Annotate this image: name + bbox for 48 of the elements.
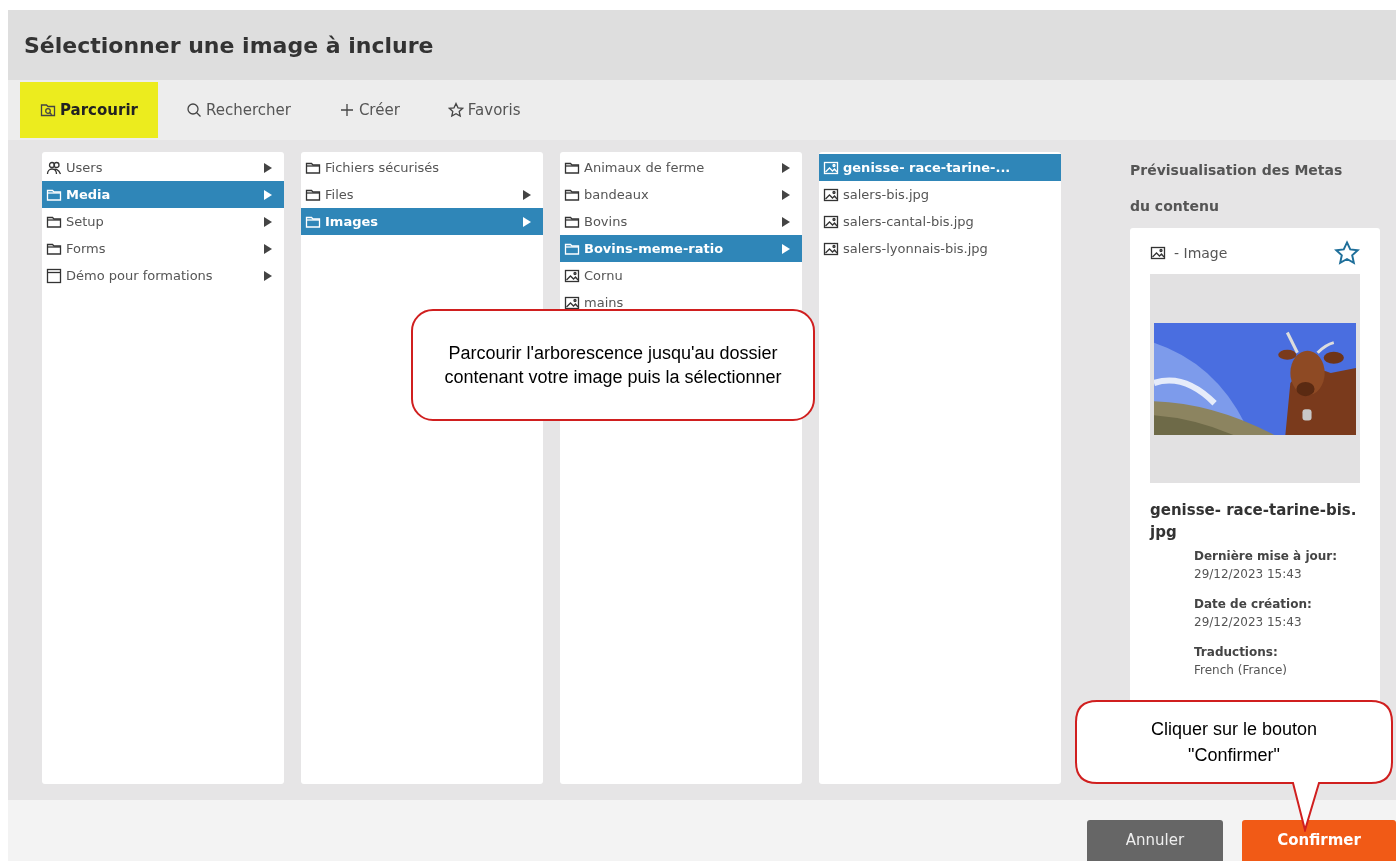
- tree-item[interactable]: Animaux de ferme: [560, 154, 802, 181]
- image-icon: [1150, 245, 1166, 261]
- cancel-button[interactable]: Annuler: [1087, 820, 1223, 861]
- image-icon: [823, 213, 839, 230]
- folder-search-icon: [40, 102, 56, 118]
- image-icon: [564, 267, 580, 284]
- tree-item[interactable]: genisse- race-tarine-...: [819, 154, 1061, 181]
- tree-item[interactable]: Media: [42, 181, 284, 208]
- image-icon: [823, 240, 839, 257]
- tree-item[interactable]: salers-bis.jpg: [819, 181, 1061, 208]
- tree-item[interactable]: Users: [42, 154, 284, 181]
- plus-icon: [338, 102, 355, 118]
- tree-item[interactable]: Fichiers sécurisés: [301, 154, 543, 181]
- preview-heading: Prévisualisation des Metas du contenu: [1130, 161, 1344, 216]
- meta-value: French (France): [1194, 662, 1288, 679]
- callout-tooltip: Parcourir l'arborescence jusqu'au dossier contenant votre image puis la sélectionner: [411, 309, 815, 421]
- search-icon: [185, 102, 202, 118]
- tab[interactable]: Favoris: [427, 82, 541, 138]
- image-icon: [823, 186, 839, 203]
- tree-item[interactable]: salers-cantal-bis.jpg: [819, 208, 1061, 235]
- users-icon: [46, 159, 62, 176]
- meta-value: 29/12/2023 15:43: [1194, 614, 1303, 631]
- meta-label: Dernière mise à jour:: [1194, 548, 1338, 565]
- tree-item[interactable]: bandeaux: [560, 181, 802, 208]
- tree-item[interactable]: Images: [301, 208, 543, 235]
- tree-item[interactable]: Setup: [42, 208, 284, 235]
- star-icon[interactable]: [1334, 240, 1360, 266]
- image-icon: [823, 159, 839, 176]
- tree-item[interactable]: Forms: [42, 235, 284, 262]
- content-type-label: - Image: [1174, 243, 1228, 263]
- tree-item[interactable]: Démo pour formations: [42, 262, 284, 289]
- tree-item[interactable]: Files: [301, 181, 543, 208]
- image-icon: [564, 294, 580, 311]
- meta-value: 29/12/2023 15:43: [1194, 566, 1303, 583]
- tab[interactable]: Parcourir: [20, 82, 158, 138]
- tab[interactable]: Créer: [318, 82, 420, 138]
- tree-item[interactable]: Bovins: [560, 208, 802, 235]
- meta-label: Date de création:: [1194, 596, 1313, 613]
- window-icon: [46, 267, 62, 284]
- tab[interactable]: Rechercher: [165, 82, 311, 138]
- meta-label: Traductions:: [1194, 644, 1279, 661]
- tree-item[interactable]: Bovins-meme-ratio: [560, 235, 802, 262]
- dialog-title: Sélectionner une image à inclure: [24, 31, 434, 60]
- tree-item[interactable]: salers-lyonnais-bis.jpg: [819, 235, 1061, 262]
- tree-item[interactable]: Cornu: [560, 262, 802, 289]
- file-name: genisse- race-tarine-bis.jpg: [1150, 500, 1358, 543]
- callout-tooltip: Cliquer sur le bouton "Confirmer": [1075, 700, 1393, 832]
- star-icon: [447, 102, 464, 118]
